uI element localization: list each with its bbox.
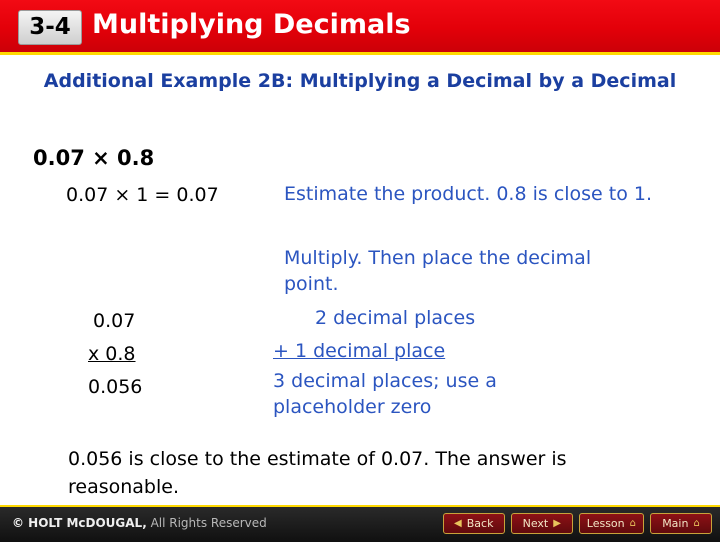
next-button-label: Next: [522, 517, 549, 530]
footer-bar: © HOLT McDOUGAL, All Rights Reserved ◀ B…: [0, 505, 720, 542]
note-decimal-places-3: 3 decimal places; use a placeholder zero: [273, 370, 497, 418]
note-decimal-places-1: + 1 decimal place: [273, 340, 446, 362]
note-decimal-places-2: 2 decimal places: [315, 307, 476, 329]
navigation-buttons: ◀ Back Next ▶ Lesson ⌂ Main ⌂: [442, 513, 712, 534]
lesson-content: 0.07 × 0.8 0.07 × 1 = 0.07 Estimate the …: [0, 140, 720, 500]
note-estimate: Estimate the product. 0.8 is close to 1.: [284, 183, 653, 205]
vertical-multiplication: 0.07 x 0.8 0.056: [88, 305, 208, 404]
back-button-label: Back: [466, 517, 494, 530]
note-multiply: Multiply. Then place the decimal point.: [284, 247, 592, 295]
conclusion-text: 0.056 is close to the estimate of 0.07. …: [68, 448, 567, 498]
vertical-product: 0.056: [88, 376, 143, 398]
estimate-equation: 0.07 × 1 = 0.07: [66, 184, 219, 206]
main-button-label: Main: [662, 517, 689, 530]
example-heading: Additional Example 2B: Multiplying a Dec…: [43, 70, 677, 92]
main-button[interactable]: Main ⌂: [650, 513, 712, 534]
home-icon: ⌂: [629, 517, 636, 529]
problem-expression: 0.07 × 0.8: [33, 146, 155, 170]
page-title: Multiplying Decimals: [92, 9, 411, 40]
home-icon: ⌂: [693, 517, 700, 529]
chevron-left-icon: ◀: [454, 517, 462, 529]
copyright-text: © HOLT McDOUGAL,: [12, 516, 147, 530]
back-button[interactable]: ◀ Back: [442, 513, 505, 534]
rights-text: All Rights Reserved: [146, 516, 267, 530]
copyright-notice: © HOLT McDOUGAL, All Rights Reserved: [12, 516, 267, 530]
chevron-right-icon: ▶: [553, 517, 561, 529]
title-bar: 3-4 Multiplying Decimals: [0, 0, 720, 55]
vertical-factor-2: x 0.8: [88, 343, 136, 365]
lesson-number-badge: 3-4: [18, 10, 82, 45]
lesson-button[interactable]: Lesson ⌂: [578, 513, 644, 534]
next-button[interactable]: Next ▶: [510, 513, 573, 534]
vertical-factor-1: 0.07: [93, 310, 136, 332]
lesson-button-label: Lesson: [586, 517, 625, 530]
